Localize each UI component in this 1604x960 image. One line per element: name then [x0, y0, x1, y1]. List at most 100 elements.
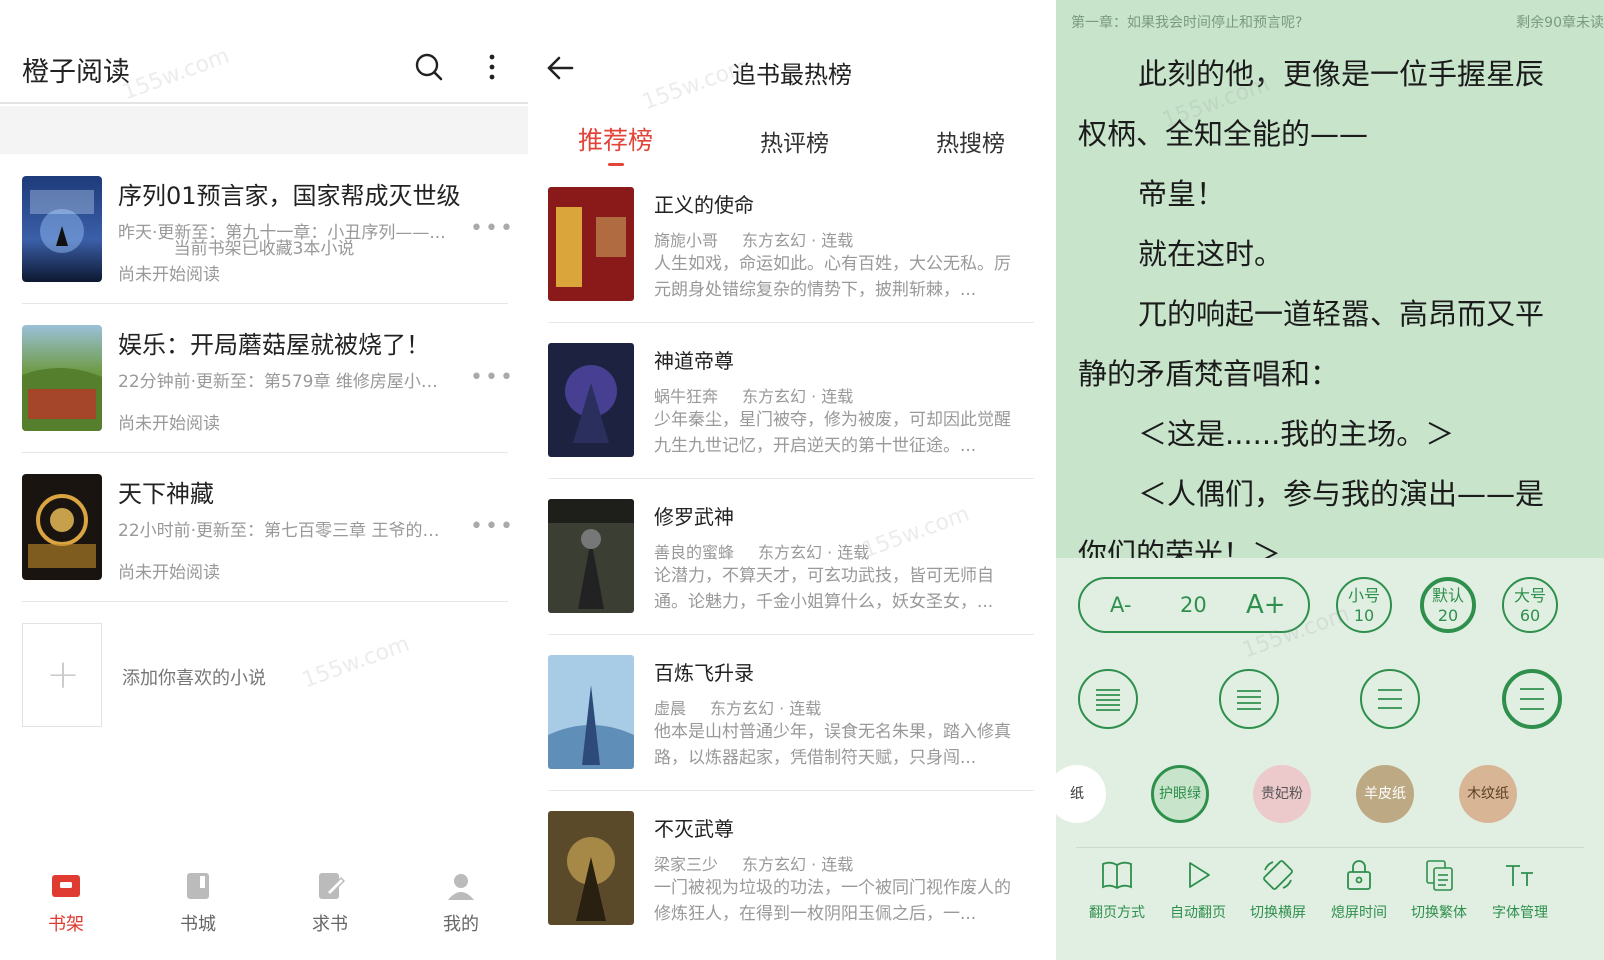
ranking-book-item[interactable]: 不灭武尊 梁家三少 东方玄幻 · 连载 一门被视为垃圾的功法，一个被同门视作废人的…	[528, 811, 1056, 960]
book-description: 他本是山村普通少年，误食无名朱果，踏入修真路，以炼器起家，凭借制符天赋，只身闯.…	[654, 722, 1011, 768]
text-line: ＜这是......我的主场。＞	[1138, 417, 1455, 451]
size-preset-large[interactable]: 大号 60	[1502, 577, 1558, 633]
bg-white-paper[interactable]: 纸	[1056, 765, 1106, 823]
chapters-remaining: 剩余90章未读	[1516, 15, 1604, 31]
font-size-value: 20	[1180, 593, 1207, 617]
bg-eye-care-green[interactable]: 护眼绿	[1151, 765, 1209, 823]
book-update: 22分钟前·更新至：第579章 维修房屋小分队	[118, 372, 448, 392]
line-spacing-wide[interactable]	[1502, 669, 1562, 729]
divider	[548, 634, 1034, 635]
size-preset-small[interactable]: 小号 10	[1336, 577, 1392, 633]
book-cover[interactable]	[548, 187, 634, 301]
more-vertical-icon[interactable]	[478, 52, 506, 82]
bottom-tab-bar: 书架 书城 求书 我的	[0, 860, 528, 960]
book-cover[interactable]	[548, 499, 634, 613]
book-author: 旖旎小哥	[654, 231, 719, 250]
line-spacing-normal[interactable]	[1219, 669, 1279, 729]
book-cover[interactable]	[548, 655, 634, 769]
tool-page-flip[interactable]: 翻页方式	[1077, 858, 1157, 922]
font-icon	[1506, 865, 1533, 886]
bookshelf-panel: 橙子阅读 当前书架已收藏3本小说 序列01预言家，国家帮成灭世级 昨天·更新至：…	[0, 0, 528, 960]
tool-label: 自动翻页	[1170, 905, 1226, 921]
spacing-normal-icon	[1237, 690, 1261, 710]
request-book-icon	[319, 873, 345, 899]
line-spacing-loose[interactable]	[1360, 669, 1420, 729]
tool-auto-flip[interactable]: 自动翻页	[1158, 858, 1238, 922]
tab-label: 求书	[312, 914, 348, 935]
book-meta: 蜗牛狂奔 东方玄幻 · 连载	[654, 383, 853, 407]
book-cover[interactable]	[22, 474, 102, 580]
book-cover[interactable]	[22, 176, 102, 282]
tool-screen-timeout[interactable]: 熄屏时间	[1319, 858, 1399, 922]
book-update: 22小时前·更新至：第七百零三章 王爷的玩...	[118, 521, 448, 541]
font-size-control: A- 20 A+	[1078, 577, 1310, 633]
tool-font-manage[interactable]: 字体管理	[1480, 858, 1560, 922]
line-spacing-compact[interactable]	[1078, 669, 1138, 729]
divider	[22, 303, 508, 304]
tab-hot-search[interactable]: 热搜榜	[936, 124, 1005, 158]
search-icon[interactable]	[414, 52, 444, 82]
spacing-wide-icon	[1520, 688, 1544, 710]
bg-pink[interactable]: 贵妃粉	[1253, 765, 1311, 823]
font-decrease-button[interactable]: A-	[1110, 593, 1131, 617]
book-title: 神道帝尊	[654, 349, 734, 373]
book-more-button[interactable]: •••	[470, 216, 513, 241]
book-title: 修罗武神	[654, 505, 734, 529]
book-author: 蜗牛狂奔	[654, 387, 719, 406]
text-line: ＜人偶们，参与我的演出——是	[1138, 477, 1545, 511]
book-flip-icon	[1102, 861, 1132, 890]
book-cover[interactable]	[22, 325, 102, 431]
page-title: 追书最热榜	[732, 61, 852, 89]
divider	[22, 601, 508, 602]
spacing-compact-icon	[1096, 689, 1120, 711]
reading-text[interactable]: 此刻的他，更像是一位手握星辰 权柄、全知全能的—— 帝皇！ 就在这时。 兀的响起…	[1078, 44, 1578, 584]
tool-rotate[interactable]: 切换横屏	[1238, 858, 1318, 922]
book-title: 正义的使命	[654, 193, 754, 217]
read-status: 尚未开始阅读	[118, 265, 220, 285]
book-meta: 旖旎小哥 东方玄幻 · 连载	[654, 227, 853, 251]
plus-icon: +	[46, 652, 80, 698]
preset-name: 大号	[1513, 586, 1546, 605]
book-description: 一门被视为垃圾的功法，一个被同门视作废人的修炼狂人，在得到一枚阴阳玉佩之后，一.…	[654, 878, 1011, 924]
book-cover[interactable]	[548, 343, 634, 457]
book-description: 论潜力，不算天才，可玄功武技，皆可无师自通。论魅力，千金小姐算什么，妖女圣女，.…	[654, 566, 994, 612]
tab-recommend[interactable]: 推荐榜	[578, 121, 653, 157]
book-meta: 梁家三少 东方玄幻 · 连载	[654, 851, 853, 875]
font-increase-button[interactable]: A+	[1246, 590, 1286, 620]
ranking-book-item[interactable]: 正义的使命 旖旎小哥 东方玄幻 · 连载 人生如戏，命运如此。心有百姓，大公无私。…	[528, 187, 1056, 343]
tab-label: 书城	[180, 914, 216, 935]
tab-request[interactable]: 求书	[285, 860, 375, 960]
ranking-book-item[interactable]: 神道帝尊 蜗牛狂奔 东方玄幻 · 连载 少年秦尘，星门被夺，修为被废，可却因此觉醒…	[528, 343, 1056, 499]
size-preset-default[interactable]: 默认 20	[1420, 577, 1476, 633]
book-category: 东方玄幻 · 连载	[742, 387, 854, 406]
app-title: 橙子阅读	[22, 57, 130, 88]
add-book-button[interactable]: +	[22, 623, 102, 727]
text-line: 静的矛盾梵音唱和：	[1078, 357, 1340, 391]
reader-panel: 第一章：如果我会时间停止和预言呢? 剩余90章未读 此刻的他，更像是一位手握星辰…	[1056, 0, 1604, 960]
book-description: 人生如戏，命运如此。心有百姓，大公无私。厉元朗身处错综复杂的情势下，披荆斩棘，.…	[654, 254, 1011, 300]
tab-bookshelf[interactable]: 书架	[21, 860, 111, 960]
tool-traditional[interactable]: 切换繁体	[1399, 858, 1479, 922]
book-cover[interactable]	[548, 811, 634, 925]
tab-profile[interactable]: 我的	[416, 860, 506, 960]
book-category: 东方玄幻 · 连载	[742, 231, 854, 250]
add-book-label[interactable]: 添加你喜欢的小说	[122, 664, 266, 690]
tool-label: 翻页方式	[1089, 905, 1145, 921]
preset-value: 60	[1519, 606, 1541, 625]
book-title: 不灭武尊	[654, 817, 734, 841]
profile-icon	[448, 874, 474, 900]
tool-label: 字体管理	[1492, 905, 1548, 921]
spacing-loose-icon	[1378, 689, 1402, 709]
ranking-book-item[interactable]: 百炼飞升录 虚晨 东方玄幻 · 连载 他本是山村普通少年，误食无名朱果，踏入修真路…	[528, 655, 1056, 811]
book-more-button[interactable]: •••	[470, 365, 513, 390]
reader-settings-panel: A- 20 A+ 小号 10 默认 20 大号 60 纸 护眼绿 贵妃粉 羊皮纸…	[1056, 558, 1604, 960]
ranking-book-item[interactable]: 修罗武神 善良的蜜蜂 东方玄幻 · 连载 论潜力，不算天才，可玄功武技，皆可无师自…	[528, 499, 1056, 655]
tab-hot-review[interactable]: 热评榜	[760, 124, 829, 158]
preset-value: 10	[1353, 606, 1375, 625]
book-more-button[interactable]: •••	[470, 514, 513, 539]
tab-bookstore[interactable]: 书城	[153, 860, 243, 960]
rotate-screen-icon	[1263, 860, 1293, 890]
text-line: 兀的响起一道轻嚣、高昂而又平	[1138, 297, 1545, 331]
bg-wood[interactable]: 木纹纸	[1459, 765, 1517, 823]
bg-parchment[interactable]: 羊皮纸	[1356, 765, 1414, 823]
